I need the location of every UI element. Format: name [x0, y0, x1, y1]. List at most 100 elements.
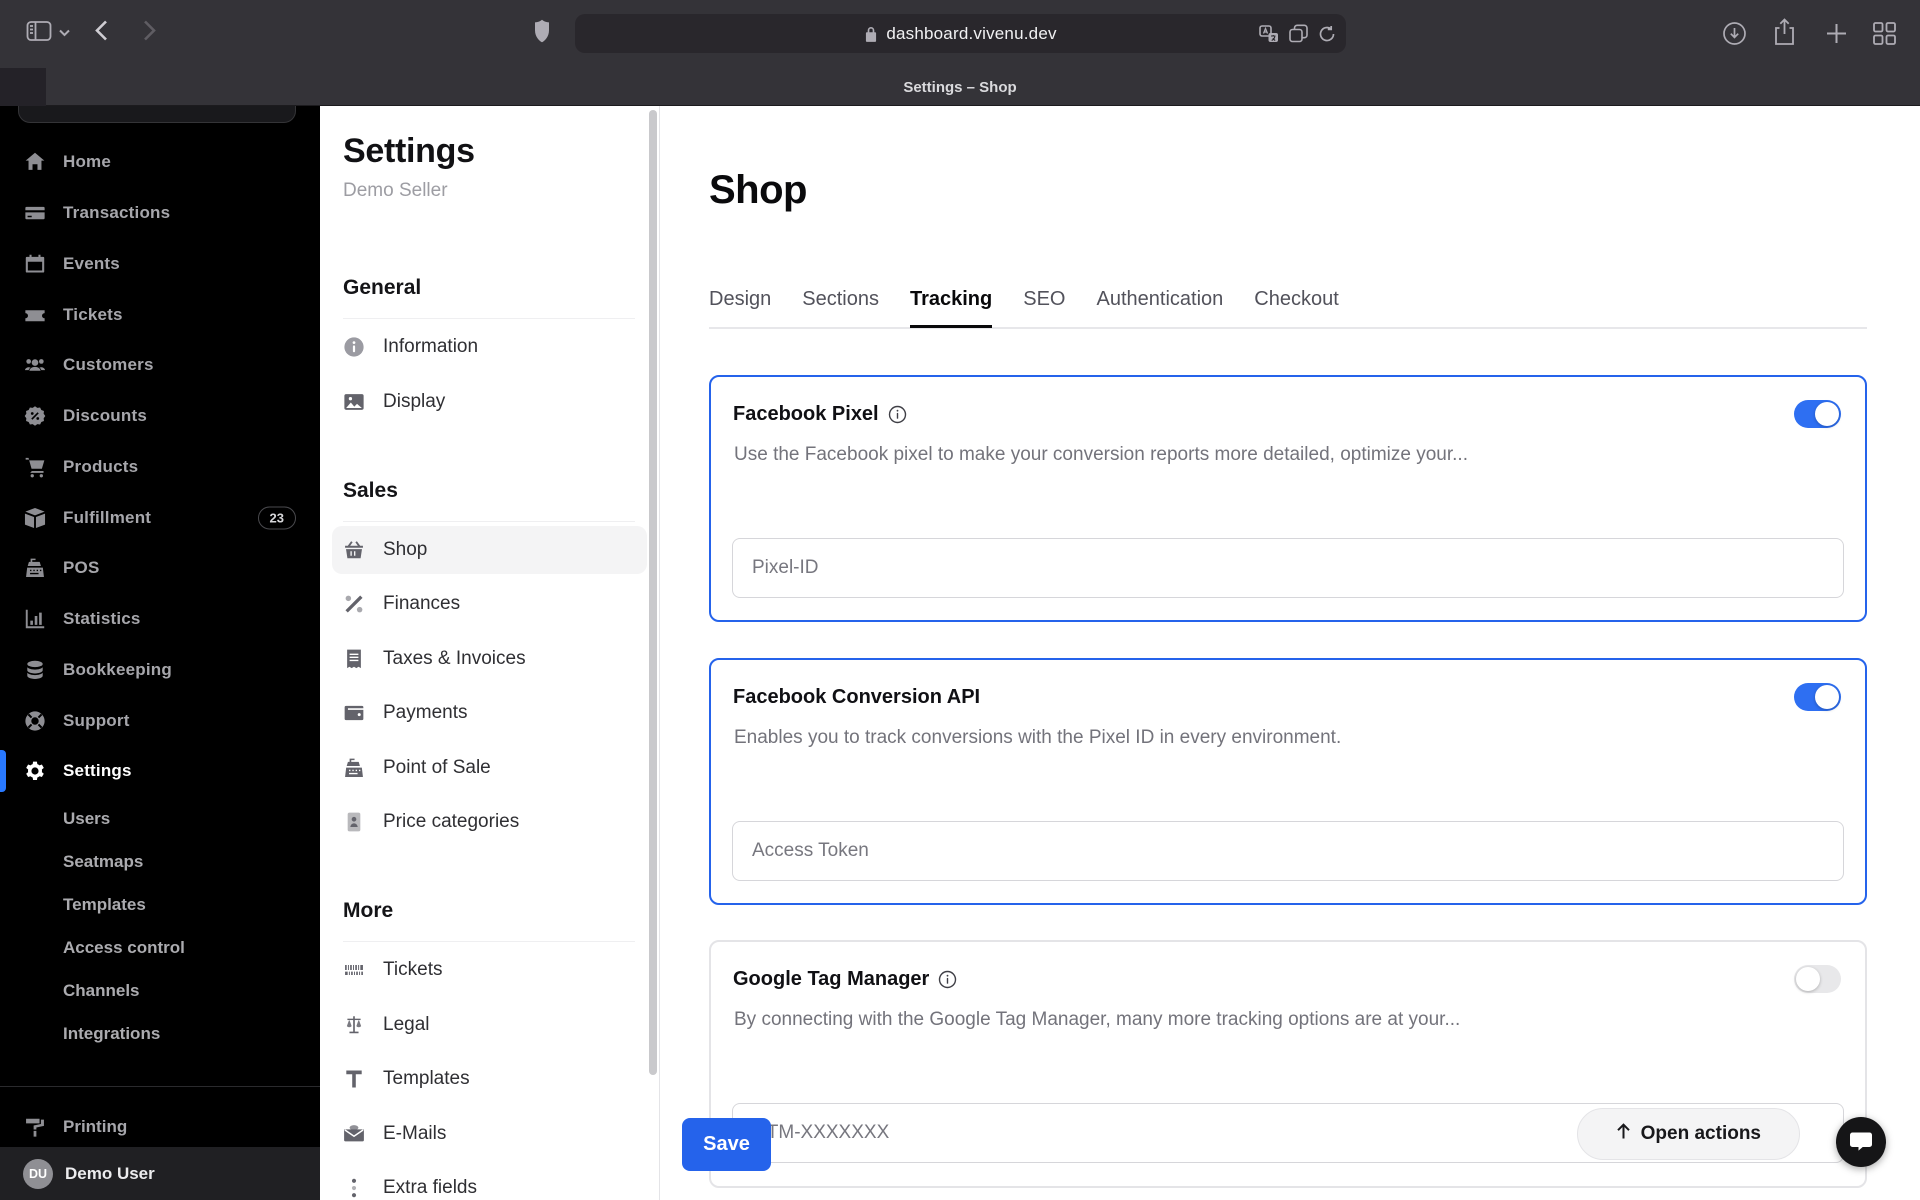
sidebar-item-events[interactable]: Events	[0, 239, 320, 290]
sidebar-item-label: Statistics	[63, 609, 141, 629]
shield-icon[interactable]	[531, 19, 553, 46]
panel-item-information[interactable]: Information	[332, 323, 647, 371]
panel-item-templates[interactable]: Templates	[332, 1055, 647, 1103]
facebook-pixel-toggle[interactable]	[1794, 400, 1841, 428]
panel-item-label: Information	[383, 336, 479, 357]
user-menu[interactable]: DU Demo User	[0, 1147, 320, 1200]
share-icon[interactable]	[1773, 18, 1796, 47]
tab-authentication[interactable]: Authentication	[1097, 288, 1224, 328]
download-icon[interactable]	[1722, 21, 1747, 46]
sidebar-item-label: Customers	[63, 355, 154, 375]
facebook-pixel-input[interactable]	[732, 538, 1844, 598]
sidebar-item-discounts[interactable]: Discounts	[0, 391, 320, 442]
sidebar-subitem-users[interactable]: Users	[0, 797, 320, 840]
plus-icon[interactable]	[1825, 22, 1848, 45]
avatar: DU	[23, 1158, 53, 1189]
tab-overview-icon[interactable]	[1872, 21, 1897, 46]
browser-chrome: dashboard.vivenu.dev Settings – Shop	[0, 0, 1920, 106]
open-actions-button[interactable]: Open actions	[1576, 1108, 1800, 1160]
sidebar-item-customers[interactable]: Customers	[0, 340, 320, 391]
settings-icon	[23, 759, 47, 783]
sidebar-subitem-templates[interactable]: Templates	[0, 883, 320, 926]
sidebar-subitem-label: Templates	[63, 894, 146, 914]
panel-item-point-of-sale[interactable]: Point of Sale	[332, 744, 647, 792]
translate-icon[interactable]	[1259, 24, 1279, 43]
sidebar-item-bookkeeping[interactable]: Bookkeeping	[0, 645, 320, 696]
tab-design[interactable]: Design	[709, 288, 771, 328]
panel-subtitle: Demo Seller	[343, 180, 448, 201]
facebook-pixel-card: Facebook Pixel Use the Facebook pixel to …	[709, 375, 1867, 622]
price-categories-icon	[343, 811, 365, 833]
tab-tracking[interactable]: Tracking	[909, 288, 993, 328]
tab-bar: Design Sections Tracking SEO Authentication C…	[709, 288, 1339, 328]
reload-icon[interactable]	[1318, 25, 1336, 43]
panel-item-label: Extra fields	[383, 1177, 477, 1198]
sidebar-item-label: Support	[63, 710, 130, 730]
panel-item-label: Display	[383, 390, 446, 412]
forward-icon[interactable]	[143, 20, 156, 41]
chevron-down-icon[interactable]	[59, 29, 70, 37]
panel-scrollbar[interactable]	[649, 110, 657, 1075]
panel-item-taxes-invoices[interactable]: Taxes & Invoices	[332, 635, 647, 683]
sidebar-item-tickets[interactable]: Tickets	[0, 289, 320, 340]
bookkeeping-icon	[23, 658, 47, 682]
panel-item-shop[interactable]: Shop	[332, 525, 647, 574]
sidebar-item-label: Tickets	[63, 304, 123, 324]
sidebar-nav: Home Transactions Events Tickets Customers Di…	[0, 137, 320, 797]
sidebar-item-support[interactable]: Support	[0, 695, 320, 746]
sidebar-item-settings[interactable]: Settings	[0, 746, 320, 797]
display-icon	[343, 391, 365, 413]
sidebar-item-fulfillment[interactable]: Fulfillment 23	[0, 492, 320, 543]
panel-item-legal[interactable]: Legal	[332, 1001, 647, 1049]
facebook-conversion-api-input[interactable]	[732, 821, 1844, 881]
facebook-conversion-api-toggle[interactable]	[1794, 683, 1841, 711]
sidebar-subitem-label: Integrations	[63, 1023, 161, 1043]
sidebar-item-label: Settings	[63, 761, 132, 781]
tab-checkout[interactable]: Checkout	[1254, 288, 1339, 328]
sidebar-subitem-integrations[interactable]: Integrations	[0, 1012, 320, 1055]
card-title: Google Tag Manager	[733, 968, 957, 991]
back-icon[interactable]	[95, 20, 108, 41]
tab-seo[interactable]: SEO	[1023, 288, 1065, 328]
google-tag-manager-toggle[interactable]	[1794, 965, 1841, 993]
panel-section-heading-more: More	[343, 899, 394, 922]
address-bar[interactable]: dashboard.vivenu.dev	[575, 14, 1346, 53]
panel-item-tickets[interactable]: Tickets	[332, 946, 647, 994]
tab-stack-icon[interactable]	[1289, 24, 1308, 43]
sidebar-subitem-seatmaps[interactable]: Seatmaps	[0, 840, 320, 883]
sidebar-item-pos[interactable]: POS	[0, 543, 320, 594]
sidebar-subitem-access-control[interactable]: Access control	[0, 926, 320, 969]
chat-bubble-button[interactable]	[1836, 1117, 1886, 1167]
sidebar-item-statistics[interactable]: Statistics	[0, 594, 320, 645]
tab-sections[interactable]: Sections	[802, 288, 879, 328]
sidebar-item-label: Fulfillment	[63, 507, 152, 527]
info-icon	[938, 970, 957, 989]
save-button[interactable]: Save	[682, 1118, 771, 1171]
panel-item-label: E-Mails	[383, 1122, 447, 1144]
panel-item-display[interactable]: Display	[332, 378, 647, 426]
active-indicator	[0, 750, 6, 792]
sidebar-item-transactions[interactable]: Transactions	[0, 188, 320, 239]
sidebar-item-home[interactable]: Home	[0, 137, 320, 188]
panel-item-payments[interactable]: Payments	[332, 689, 647, 737]
printing-icon	[23, 1115, 47, 1139]
sidebar-item-label: Bookkeeping	[63, 659, 172, 679]
sidebar-item-printing[interactable]: Printing	[0, 1102, 320, 1152]
panel-item-price-categories[interactable]: Price categories	[332, 798, 647, 846]
extra-fields-icon	[343, 1177, 365, 1199]
panel-item-label: Taxes & Invoices	[383, 647, 526, 669]
card-description: Use the Facebook pixel to make your conv…	[734, 444, 1468, 465]
card-title: Facebook Conversion API	[733, 686, 980, 709]
sidebar-item-products[interactable]: Products	[0, 442, 320, 493]
card-title-text: Facebook Conversion API	[733, 686, 981, 708]
sidebar-subitem-channels[interactable]: Channels	[0, 969, 320, 1012]
barcode-icon	[343, 959, 365, 981]
panel-item-extra-fields[interactable]: Extra fields	[332, 1164, 647, 1200]
panel-item-finances[interactable]: Finances	[332, 580, 647, 628]
sidebar-search[interactable]	[18, 106, 296, 123]
panel-item-e-mails[interactable]: E-Mails	[332, 1110, 647, 1158]
fulfillment-count-badge: 23	[257, 506, 296, 530]
sidebar-toggle-icon[interactable]	[26, 20, 52, 42]
transactions-icon	[23, 201, 47, 225]
panel-item-label: Finances	[383, 593, 461, 614]
